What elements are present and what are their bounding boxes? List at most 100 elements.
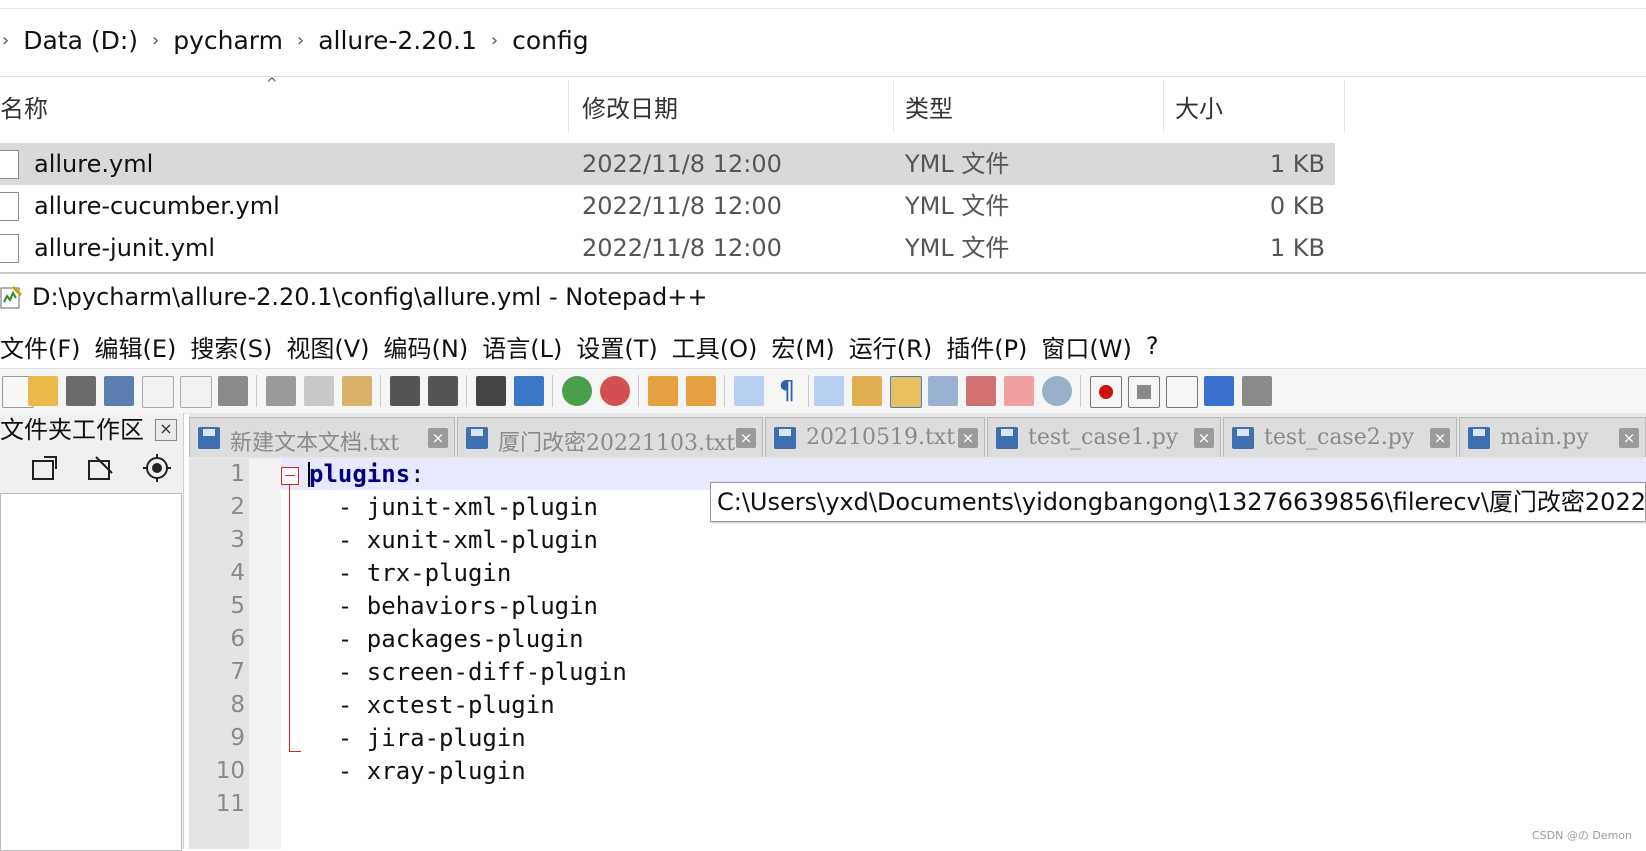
menu-tools[interactable]: 工具(O) [672, 329, 758, 364]
undo-icon[interactable] [390, 376, 420, 406]
column-divider[interactable] [893, 80, 894, 132]
close-icon[interactable]: × [428, 428, 448, 448]
copy-icon[interactable] [304, 376, 334, 406]
locate-file-icon[interactable] [142, 453, 172, 483]
collapse-all-icon[interactable] [86, 453, 116, 483]
chevron-right-icon[interactable]: › [297, 30, 304, 51]
redo-icon[interactable] [428, 376, 458, 406]
file-name: allure-junit.yml [34, 234, 216, 262]
column-header-date[interactable]: 修改日期 [582, 80, 882, 132]
fold-toggle-icon[interactable] [281, 467, 299, 485]
close-icon[interactable]: × [736, 428, 756, 448]
column-header-label: 修改日期 [582, 94, 678, 123]
tab-xiamen-change[interactable]: 厦门改密20221103.txt × [457, 417, 763, 457]
menu-window[interactable]: 窗口(W) [1041, 329, 1131, 364]
save-all-icon[interactable] [104, 376, 134, 406]
column-header-size[interactable]: 大小 [1175, 80, 1335, 132]
show-all-characters-icon[interactable]: ¶ [772, 376, 802, 406]
menu-help[interactable]: ? [1146, 332, 1159, 360]
toolbar-separator [380, 375, 381, 407]
fold-margin[interactable] [249, 459, 281, 849]
file-row[interactable]: allure-junit.yml 2022/11/8 12:00 YML 文件 … [0, 227, 1335, 269]
save-icon[interactable] [66, 376, 96, 406]
yaml-key: plugins [309, 460, 411, 488]
zoom-in-icon[interactable] [562, 376, 592, 406]
paste-icon[interactable] [342, 376, 372, 406]
close-icon[interactable]: × [958, 428, 978, 448]
file-icon [0, 234, 19, 263]
menu-edit[interactable]: 编辑(E) [95, 329, 177, 364]
column-divider[interactable] [1344, 80, 1345, 132]
column-divider[interactable] [1163, 80, 1164, 132]
address-divider [0, 76, 1646, 77]
tab-main-py[interactable]: main.py × [1459, 417, 1646, 457]
close-icon[interactable]: × [1194, 428, 1214, 448]
tab-new-text-document[interactable]: 新建文本文档.txt × [189, 417, 455, 457]
replace-icon[interactable] [514, 376, 544, 406]
breadcrumb-drive[interactable]: Data (D:) [23, 26, 138, 55]
document-list-icon[interactable] [928, 376, 958, 406]
close-icon[interactable]: × [1430, 428, 1450, 448]
close-icon[interactable]: × [1619, 428, 1639, 448]
notepad-window: D:\pycharm\allure-2.20.1\config\allure.y… [0, 272, 1646, 851]
language-icon[interactable] [852, 376, 882, 406]
menu-file[interactable]: 文件(F) [0, 329, 81, 364]
toolbar: ¶ [0, 368, 1646, 414]
function-list-icon[interactable] [966, 376, 996, 406]
expand-all-icon[interactable] [30, 453, 60, 483]
line-number: 5 [230, 593, 245, 619]
file-row[interactable]: allure-cucumber.yml 2022/11/8 12:00 YML … [0, 185, 1335, 227]
menu-macro[interactable]: 宏(M) [771, 329, 834, 364]
monitoring-icon[interactable] [1042, 376, 1072, 406]
close-icon[interactable]: × [155, 419, 177, 441]
cut-icon[interactable] [266, 376, 296, 406]
document-map-icon[interactable] [890, 376, 922, 408]
folder-workspace-icon[interactable] [1004, 376, 1034, 406]
column-divider[interactable] [568, 80, 569, 132]
column-header-name[interactable]: 名称 [0, 80, 566, 132]
breadcrumb-config[interactable]: config [512, 26, 589, 55]
tab-20210519[interactable]: 20210519.txt × [765, 417, 985, 457]
close-file-icon[interactable] [142, 376, 174, 408]
indent-guide-icon[interactable] [814, 376, 844, 406]
menu-encoding[interactable]: 编码(N) [384, 329, 469, 364]
line-number: 8 [230, 692, 245, 718]
chevron-right-icon[interactable]: › [2, 30, 9, 51]
sync-vertical-icon[interactable] [648, 376, 678, 406]
sync-horizontal-icon[interactable] [686, 376, 716, 406]
menu-settings[interactable]: 设置(T) [576, 329, 657, 364]
code-line: - trx-plugin [309, 559, 512, 587]
line-number: 2 [230, 494, 245, 520]
word-wrap-icon[interactable] [734, 376, 764, 406]
menu-search[interactable]: 搜索(S) [190, 329, 272, 364]
file-date: 2022/11/8 12:00 [582, 192, 782, 220]
file-row[interactable]: allure.yml 2022/11/8 12:00 YML 文件 1 KB [0, 143, 1335, 185]
open-file-icon[interactable] [28, 376, 58, 406]
print-icon[interactable] [218, 376, 248, 406]
chevron-right-icon[interactable]: › [152, 30, 159, 51]
toolbar-separator [724, 375, 725, 407]
tab-label: main.py [1500, 425, 1589, 450]
chevron-right-icon[interactable]: › [491, 30, 498, 51]
folder-tree[interactable] [0, 493, 182, 851]
run-macro-multiple-icon[interactable] [1204, 376, 1234, 406]
tab-test-case2[interactable]: test_case2.py × [1223, 417, 1457, 457]
save-macro-icon[interactable] [1242, 376, 1272, 406]
close-all-icon[interactable] [180, 376, 212, 408]
window-title-bar[interactable]: D:\pycharm\allure-2.20.1\config\allure.y… [0, 274, 707, 320]
menu-run[interactable]: 运行(R) [849, 329, 932, 364]
column-header-type[interactable]: 类型 [905, 80, 1155, 132]
tab-test-case1[interactable]: test_case1.py × [987, 417, 1221, 457]
play-macro-icon[interactable] [1166, 376, 1198, 408]
zoom-out-icon[interactable] [600, 376, 630, 406]
breadcrumb-pycharm[interactable]: pycharm [173, 26, 283, 55]
menu-view[interactable]: 视图(V) [286, 329, 369, 364]
code-line: plugins: [309, 459, 425, 490]
menu-plugins[interactable]: 插件(P) [946, 329, 1027, 364]
menu-language[interactable]: 语言(L) [482, 329, 562, 364]
stop-macro-icon[interactable] [1128, 376, 1160, 408]
file-type: YML 文件 [905, 192, 1010, 220]
breadcrumb-allure[interactable]: allure-2.20.1 [318, 26, 477, 55]
record-macro-icon[interactable] [1090, 376, 1122, 408]
find-icon[interactable] [476, 376, 506, 406]
